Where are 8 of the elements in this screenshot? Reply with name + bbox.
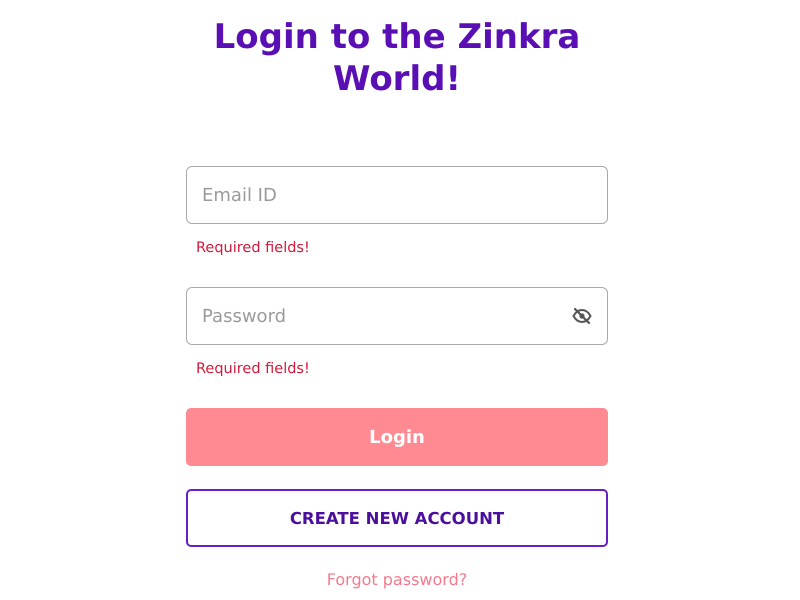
error-message: Required fields! <box>196 240 311 257</box>
forgot-password-link[interactable]: Forgot password? <box>326 570 468 590</box>
password-field[interactable]: Password <box>186 287 608 345</box>
eye-slash-icon[interactable] <box>572 308 592 324</box>
create-account-button[interactable]: CREATE NEW ACCOUNT <box>186 489 608 547</box>
page-title: Login to the Zinkra World! <box>212 16 582 100</box>
error-message: Required fields! <box>196 361 311 378</box>
email-field[interactable]: Email ID <box>186 166 608 224</box>
